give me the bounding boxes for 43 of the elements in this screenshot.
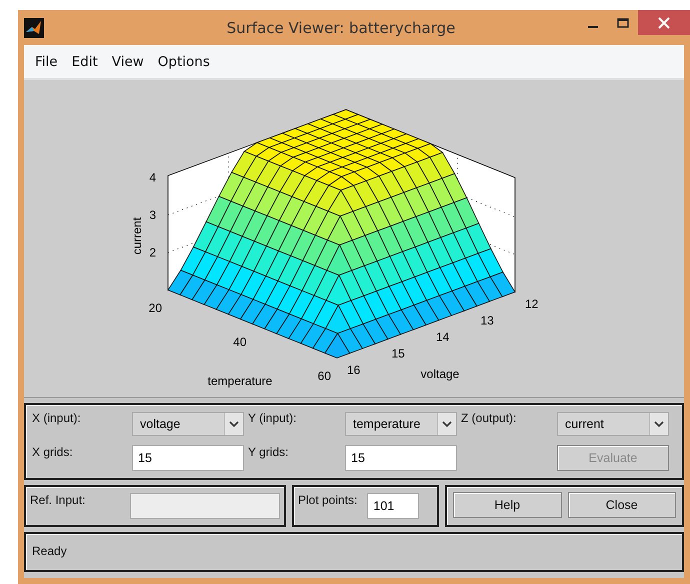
axis-label: temperature xyxy=(208,374,272,388)
input-field[interactable]: 101 xyxy=(367,493,420,519)
dropdown[interactable]: temperature xyxy=(345,412,457,436)
chevron-down-icon xyxy=(229,420,239,428)
dropdown[interactable]: voltage xyxy=(132,412,244,436)
tick-label: 2 xyxy=(149,246,156,260)
chevron-down-icon xyxy=(654,420,664,428)
menu-item[interactable]: File xyxy=(28,54,65,70)
tick-label: 40 xyxy=(233,335,246,349)
tick-label: 15 xyxy=(392,346,405,360)
input-field[interactable]: 15 xyxy=(132,445,244,471)
status-text: Ready xyxy=(32,544,67,558)
tick-label: 12 xyxy=(525,297,538,311)
close-button[interactable] xyxy=(638,10,690,35)
tick-label: 13 xyxy=(480,314,494,328)
tick-label: 14 xyxy=(436,330,450,344)
tick-label: 20 xyxy=(148,301,162,315)
field-label: X (input): xyxy=(32,411,82,425)
field-label: Ref. Input: xyxy=(30,493,86,507)
axis-label: current xyxy=(130,217,144,255)
dialog-button[interactable]: Close xyxy=(568,492,676,518)
axis-label: voltage xyxy=(420,367,460,381)
minimize-icon xyxy=(588,26,598,28)
app-logo-icon xyxy=(24,18,44,38)
maximize-icon xyxy=(617,18,629,28)
menu-item[interactable]: Edit xyxy=(64,54,105,70)
tick-label: 60 xyxy=(318,369,331,383)
field-label: Y grids: xyxy=(248,445,290,459)
window-title: Surface Viewer: batterycharge xyxy=(226,18,456,36)
tick-label: 4 xyxy=(149,170,156,184)
tick-label: 3 xyxy=(149,208,156,222)
field-label: X grids: xyxy=(32,445,74,459)
input-field[interactable]: 15 xyxy=(345,445,457,471)
field-label: Z (output): xyxy=(461,411,518,425)
tick-label: 16 xyxy=(347,363,360,377)
menu-item[interactable]: Options xyxy=(150,54,217,70)
close-icon xyxy=(658,16,670,28)
field-label: Plot points: xyxy=(298,493,358,507)
dialog-button[interactable]: Help xyxy=(453,492,562,518)
menu-item[interactable]: View xyxy=(104,54,151,70)
field-label: Y (input): xyxy=(248,411,298,425)
dropdown[interactable]: current xyxy=(557,412,669,436)
chevron-down-icon xyxy=(442,420,452,428)
